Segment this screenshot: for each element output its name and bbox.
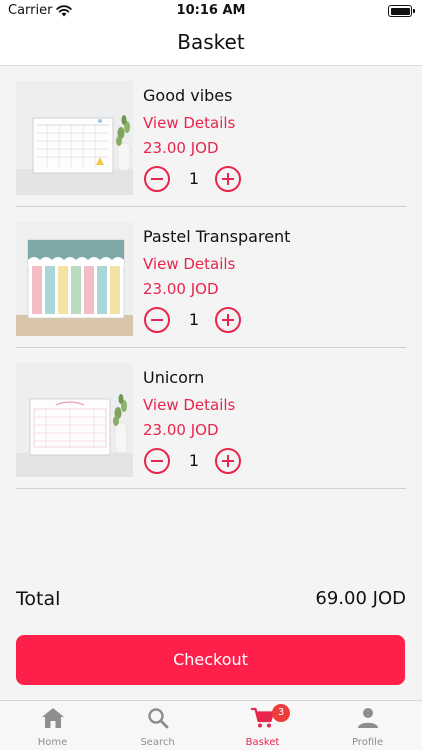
product-name: Good vibes [143, 86, 233, 105]
decrease-quantity-button[interactable] [144, 448, 170, 474]
tab-home[interactable]: Home [0, 701, 105, 750]
person-icon [357, 708, 378, 728]
home-icon [41, 708, 64, 728]
quantity-stepper: 1 [143, 448, 243, 474]
product-price: 23.00 JOD [143, 280, 219, 298]
quantity-value: 1 [188, 451, 200, 470]
product-image-pastel-transparent[interactable] [16, 222, 133, 336]
tab-search-label: Search [140, 737, 175, 748]
battery-icon [388, 5, 415, 17]
tab-profile-label: Profile [351, 737, 384, 748]
basket-item: Pastel Transparent View Details 23.00 JO… [16, 207, 406, 348]
tab-basket[interactable]: 3 Basket [210, 701, 315, 750]
view-details-link[interactable]: View Details [143, 255, 235, 273]
search-icon [147, 708, 168, 729]
product-name: Unicorn [143, 368, 205, 387]
product-name: Pastel Transparent [143, 227, 291, 246]
decrease-quantity-button[interactable] [144, 307, 170, 333]
view-details-link[interactable]: View Details [143, 396, 235, 414]
product-price: 23.00 JOD [143, 421, 219, 439]
cart-count-badge: 3 [272, 704, 290, 722]
view-details-link[interactable]: View Details [143, 114, 235, 132]
tab-home-label: Home [37, 737, 68, 748]
basket-item: Unicorn View Details 23.00 JOD 1 [16, 348, 406, 489]
tab-bar: Home Search 3 Basket Profile [0, 700, 422, 750]
tab-profile[interactable]: Profile [315, 701, 420, 750]
status-bar: Carrier 10:16 AM [0, 0, 422, 22]
total-row: Total 69.00 JOD [16, 588, 406, 614]
increase-quantity-button[interactable] [215, 448, 241, 474]
checkout-button[interactable]: Checkout [16, 635, 405, 685]
quantity-stepper: 1 [143, 166, 243, 192]
quantity-value: 1 [188, 169, 200, 188]
page-title: Basket [177, 30, 245, 54]
tab-basket-label: Basket [245, 737, 280, 748]
cart-icon [250, 707, 274, 728]
increase-quantity-button[interactable] [215, 307, 241, 333]
increase-quantity-button[interactable] [215, 166, 241, 192]
quantity-stepper: 1 [143, 307, 243, 333]
clock: 10:16 AM [176, 3, 246, 18]
total-label: Total [16, 588, 61, 610]
product-price: 23.00 JOD [143, 139, 219, 157]
total-value: 69.00 JOD [315, 588, 406, 609]
basket-list: Good vibes View Details 23.00 JOD 1 Past… [0, 66, 422, 489]
decrease-quantity-button[interactable] [144, 166, 170, 192]
product-image-unicorn[interactable] [16, 363, 133, 477]
quantity-value: 1 [188, 310, 200, 329]
tab-search[interactable]: Search [105, 701, 210, 750]
product-image-good-vibes[interactable] [16, 81, 133, 195]
basket-item: Good vibes View Details 23.00 JOD 1 [16, 66, 406, 207]
nav-bar: Basket [0, 22, 422, 66]
